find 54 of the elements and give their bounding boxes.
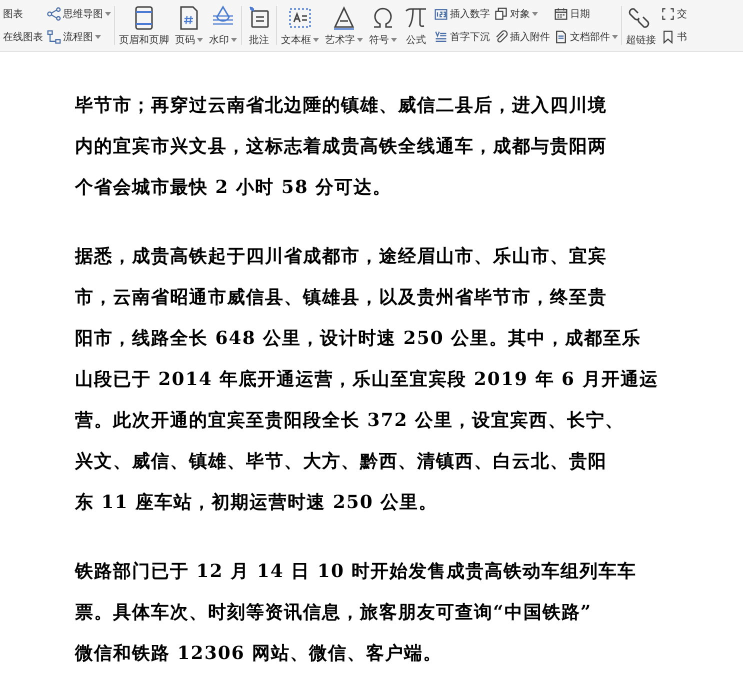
- caret-icon: [357, 38, 363, 42]
- text-line: 票。具体车次、时刻等资讯信息，旅客朋友可查询“中国铁路”: [75, 601, 593, 625]
- toolbar-button[interactable]: 思维导图: [46, 5, 112, 23]
- toolbar-button[interactable]: 在线图表: [2, 28, 44, 46]
- toolbar-button[interactable]: 插入数字: [433, 5, 491, 23]
- number-box-icon: [434, 7, 448, 21]
- toolbar-button[interactable]: 交: [660, 5, 688, 23]
- text-line: 营。此次开通的宜宾至贵阳段全长 372 公里，设宜宾西、长宁、: [75, 409, 626, 433]
- toolbar-button[interactable]: 页码: [173, 0, 205, 51]
- mindmap-icon: [47, 7, 61, 21]
- text-line: 个省会城市最快 2 小时 58 分可达。: [75, 176, 393, 200]
- toolbar-button[interactable]: 批注: [244, 0, 274, 51]
- toolbar-button[interactable]: 艺术字: [323, 0, 365, 51]
- text-line: 微信和铁路 12306 网站、微信、客户端。: [75, 642, 444, 666]
- text-line: 山段已于 2014 年底开通运营，乐山至宜宾段 2019 年 6 月开通运: [75, 368, 660, 392]
- object-icon: [494, 7, 508, 21]
- toolbar-button[interactable]: 首字下沉: [433, 28, 491, 46]
- drop-cap-icon: [434, 30, 448, 44]
- text-line: 兴文、威信、镇雄、毕节、大方、黔西、清镇西、白云北、贵阳: [75, 450, 608, 474]
- caret-icon: [532, 12, 538, 16]
- toolbar-button[interactable]: 流程图: [46, 28, 112, 46]
- document-icon: [554, 30, 568, 44]
- toolbar-button[interactable]: 符号: [367, 0, 399, 51]
- toolbar-button[interactable]: 公式: [401, 0, 431, 51]
- text-line: 市，云南省昭通市威信县、镇雄县，以及贵州省毕节市，终至贵: [75, 286, 608, 310]
- text-line: 东 11 座车站，初期运营时速 250 公里。: [75, 491, 439, 515]
- text-line: 内的宜宾市兴文县，这标志着成贵高铁全线通车，成都与贵阳两: [75, 135, 608, 159]
- caret-icon: [313, 38, 319, 42]
- caret-icon: [95, 35, 101, 39]
- caret-icon: [612, 35, 618, 39]
- caret-icon: [231, 38, 237, 42]
- toolbar-button[interactable]: 插入附件: [493, 28, 551, 46]
- text-line: 据悉，成贵高铁起于四川省成都市，途经眉山市、乐山市、宜宾: [75, 245, 608, 269]
- caret-icon: [391, 38, 397, 42]
- toolbar-button[interactable]: 文档部件: [553, 28, 619, 46]
- triangle-icon: [331, 4, 357, 30]
- toolbar-button[interactable]: 文本框: [279, 0, 321, 51]
- text-line: 毕节市；再穿过云南省北边陲的镇雄、威信二县后，进入四川境: [75, 94, 608, 118]
- toolbar-button[interactable]: 图表: [2, 5, 44, 23]
- text-line: 铁路部门已于 12 月 14 日 10 时开始发售成贵高铁动车组列车车: [75, 560, 638, 584]
- brackets-icon: [661, 7, 675, 21]
- flowchart-icon: [47, 30, 61, 44]
- text-line: 阳市，线路全长 648 公里，设计时速 250 公里。其中，成都至乐: [75, 327, 642, 351]
- toolbar-button[interactable]: 超链接: [624, 0, 658, 51]
- toolbar-button[interactable]: 日期: [553, 5, 619, 23]
- paperclip-icon: [494, 30, 508, 44]
- calendar-icon: [554, 7, 568, 21]
- caret-icon: [105, 12, 111, 16]
- toolbar-button[interactable]: 水印: [207, 0, 239, 51]
- toolbar-button[interactable]: 书: [660, 28, 688, 46]
- toolbar-button[interactable]: 页眉和页脚: [117, 0, 171, 51]
- bookmark-icon: [661, 30, 675, 44]
- toolbar-button[interactable]: 对象: [493, 5, 551, 23]
- caret-icon: [197, 38, 203, 42]
